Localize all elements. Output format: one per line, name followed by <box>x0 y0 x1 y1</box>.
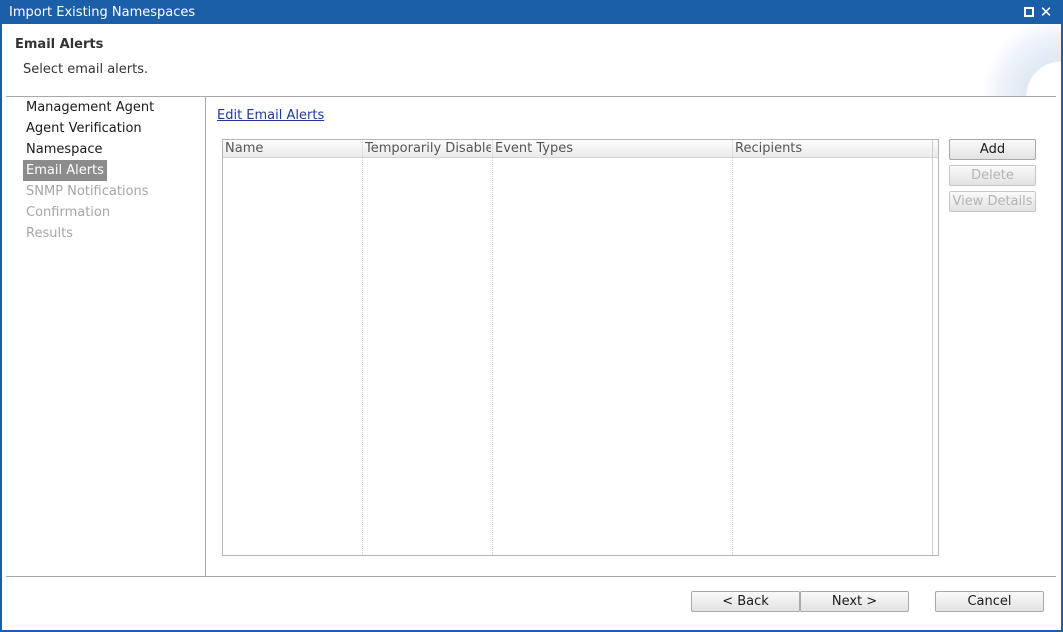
column-header-name[interactable]: Name <box>225 141 361 156</box>
add-button[interactable]: Add <box>949 139 1036 160</box>
wizard-steps-nav: Management Agent Agent Verification Name… <box>6 97 206 577</box>
column-header-event-types[interactable]: Event Types <box>495 141 731 156</box>
page-title: Email Alerts <box>15 37 104 52</box>
nav-item-agent-verification[interactable]: Agent Verification <box>23 118 145 139</box>
nav-item-email-alerts[interactable]: Email Alerts <box>23 160 107 181</box>
column-header-temporarily-disabled[interactable]: Temporarily Disabled <box>365 141 491 156</box>
footer-divider <box>6 576 1056 577</box>
wizard-header: Email Alerts Select email alerts. <box>2 24 1061 96</box>
window-title: Import Existing Namespaces <box>9 5 196 20</box>
cancel-button[interactable]: Cancel <box>935 591 1044 612</box>
view-details-button: View Details <box>949 191 1036 212</box>
column-divider <box>732 140 733 555</box>
nav-item-snmp-notifications: SNMP Notifications <box>26 184 149 199</box>
column-divider <box>492 140 493 555</box>
title-bar: Import Existing Namespaces ✕ <box>0 0 1063 26</box>
nav-item-confirmation: Confirmation <box>26 205 111 220</box>
nav-item-results: Results <box>26 226 73 241</box>
table-header: Name Temporarily Disabled Event Types Re… <box>223 140 938 158</box>
column-header-recipients[interactable]: Recipients <box>735 141 925 156</box>
restore-icon[interactable] <box>1021 4 1037 20</box>
nav-item-management-agent[interactable]: Management Agent <box>23 97 157 118</box>
column-divider <box>362 140 363 555</box>
next-button[interactable]: Next > <box>800 591 909 612</box>
edit-email-alerts-link[interactable]: Edit Email Alerts <box>217 108 324 123</box>
column-divider <box>932 140 933 555</box>
nav-item-namespace[interactable]: Namespace <box>23 139 106 160</box>
page-subtitle: Select email alerts. <box>23 62 149 77</box>
header-decoration <box>971 24 1061 96</box>
email-alerts-table[interactable]: Name Temporarily Disabled Event Types Re… <box>222 139 939 556</box>
close-icon[interactable]: ✕ <box>1038 4 1054 20</box>
delete-button: Delete <box>949 165 1036 186</box>
back-button[interactable]: < Back <box>691 591 800 612</box>
